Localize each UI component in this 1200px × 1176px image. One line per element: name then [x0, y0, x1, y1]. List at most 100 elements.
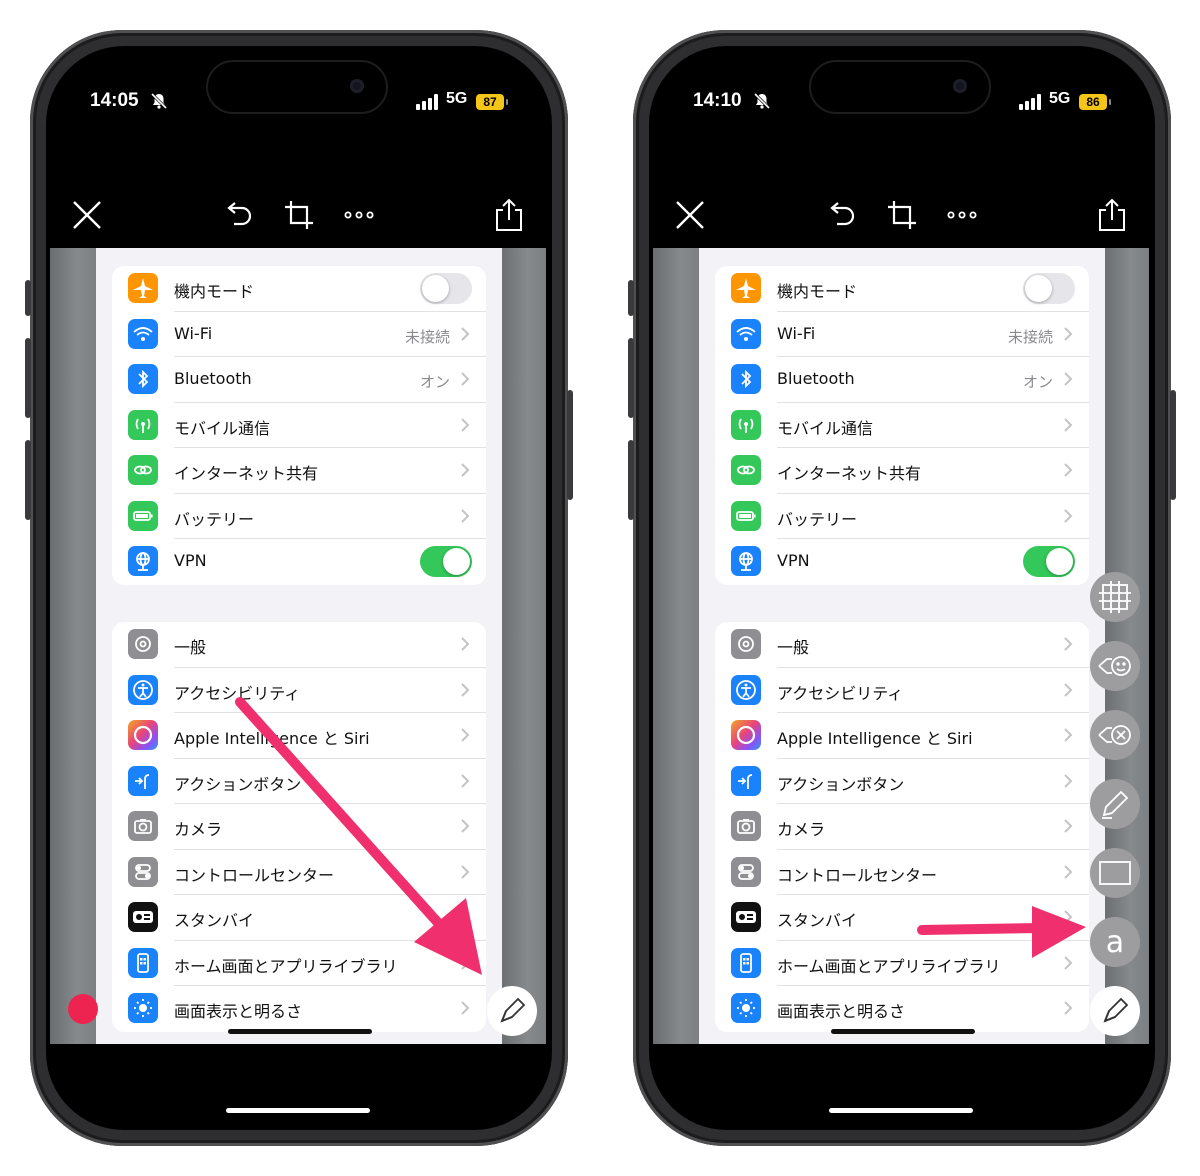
editor-toolbar: [653, 164, 1149, 248]
settings-row-label: カメラ: [777, 820, 826, 839]
settings-row[interactable]: バッテリー: [715, 494, 1089, 539]
settings-row[interactable]: 一般: [112, 622, 486, 668]
settings-row[interactable]: インターネット共有: [112, 448, 486, 494]
settings-row[interactable]: インターネット共有: [715, 448, 1089, 494]
blurred-background-left: [653, 248, 699, 1044]
settings-row-label: Apple Intelligence と Siri: [174, 729, 370, 748]
control-center-icon: [731, 856, 761, 887]
chevron-right-icon: [1064, 637, 1073, 651]
share-icon[interactable]: [1095, 198, 1129, 232]
settings-row[interactable]: Apple Intelligence と Siri: [112, 713, 486, 759]
chevron-right-icon: [1064, 463, 1073, 477]
globe-icon: [128, 546, 158, 576]
settings-row[interactable]: バッテリー: [112, 494, 486, 539]
close-icon[interactable]: [673, 198, 707, 232]
more-icon[interactable]: [945, 198, 979, 232]
settings-row-label: 画面表示と明るさ: [777, 1002, 906, 1021]
settings-row-label: Wi-Fi: [174, 323, 213, 343]
screenshot-canvas[interactable]: 機内モード Wi-Fi 未接続 Bluetooth オン モバイル通信 インターネット共有バ…: [50, 248, 546, 1044]
settings-row[interactable]: 画面表示と明るさ: [112, 986, 486, 1032]
close-icon[interactable]: [70, 198, 104, 232]
settings-row[interactable]: ホーム画面とアプリライブラリ: [715, 941, 1089, 986]
home-indicator: [829, 1108, 973, 1113]
settings-row[interactable]: Wi-Fi 未接続: [112, 312, 486, 357]
toggle-switch[interactable]: [1023, 546, 1075, 577]
more-icon[interactable]: [342, 198, 376, 232]
blurred-background-right: [500, 248, 546, 1044]
screen: 14:10 5G 86 機内モード Wi-Fi 未接続 Bluetooth オン…: [649, 46, 1155, 1130]
action-button-icon: [128, 765, 158, 796]
settings-row[interactable]: 一般: [715, 622, 1089, 668]
battery-indicator: 87: [476, 94, 508, 110]
settings-row[interactable]: カメラ: [112, 804, 486, 850]
settings-row[interactable]: コントロールセンター: [112, 850, 486, 895]
settings-row[interactable]: アクションボタン: [112, 759, 486, 804]
action-side-button: [25, 280, 31, 316]
crop-icon[interactable]: [282, 198, 316, 232]
screenshot-canvas[interactable]: 機内モード Wi-Fi 未接続 Bluetooth オン モバイル通信 インターネット共有バ…: [653, 248, 1149, 1044]
mosaic-icon: [1099, 581, 1131, 613]
toggle-switch[interactable]: [420, 546, 472, 577]
settings-row-label: アクションボタン: [777, 774, 905, 794]
settings-row[interactable]: アクセシビリティ: [112, 668, 486, 713]
eraser-tool-button[interactable]: [1090, 710, 1140, 760]
toggle-switch[interactable]: [420, 273, 472, 304]
settings-row[interactable]: VPN: [715, 539, 1089, 585]
settings-screenshot: 機内モード Wi-Fi 未接続 Bluetooth オン モバイル通信 インターネット共有バ…: [96, 248, 502, 1044]
home-screen-icon: [128, 947, 158, 978]
settings-row[interactable]: 機内モード: [112, 266, 486, 312]
toggle-switch[interactable]: [1023, 273, 1075, 304]
settings-row[interactable]: スタンバイ: [112, 895, 486, 941]
settings-row-label: 機内モード: [174, 282, 255, 301]
markup-pen-button[interactable]: [487, 986, 537, 1036]
chevron-right-icon: [461, 1001, 470, 1015]
rectangle-tool-button[interactable]: [1090, 848, 1140, 898]
battery-indicator: 86: [1079, 94, 1111, 110]
power-button: [1170, 390, 1176, 500]
settings-row-label: スタンバイ: [777, 911, 858, 930]
settings-row[interactable]: アクションボタン: [715, 759, 1089, 804]
wifi-icon: [731, 318, 761, 349]
undo-icon[interactable]: [825, 198, 859, 232]
text-tool-button[interactable]: a: [1090, 917, 1140, 967]
settings-row-label: Bluetooth: [777, 369, 855, 388]
network-type: 5G: [446, 90, 468, 107]
settings-row[interactable]: Wi-Fi 未接続: [715, 312, 1089, 357]
sticker-tool-button[interactable]: [1090, 641, 1140, 691]
settings-row-label: アクセシビリティ: [777, 683, 904, 703]
settings-row[interactable]: モバイル通信: [715, 403, 1089, 448]
settings-row[interactable]: Bluetooth オン: [112, 357, 486, 403]
settings-row[interactable]: VPN: [112, 539, 486, 585]
front-camera: [953, 79, 967, 93]
settings-row[interactable]: スタンバイ: [715, 895, 1089, 941]
undo-icon[interactable]: [222, 198, 256, 232]
settings-row[interactable]: モバイル通信: [112, 403, 486, 448]
chevron-right-icon: [1064, 326, 1073, 341]
bell-slash-icon: [150, 92, 168, 110]
settings-row[interactable]: Bluetooth オン: [715, 357, 1089, 403]
share-icon[interactable]: [492, 198, 526, 232]
settings-row[interactable]: Apple Intelligence と Siri: [715, 713, 1089, 759]
accessibility-icon: [128, 674, 158, 705]
settings-row[interactable]: コントロールセンター: [715, 850, 1089, 895]
settings-row-label: カメラ: [174, 820, 223, 839]
settings-row[interactable]: 画面表示と明るさ: [715, 986, 1089, 1032]
settings-row[interactable]: ホーム画面とアプリライブラリ: [112, 941, 486, 986]
home-screen-icon: [731, 947, 761, 978]
crop-icon[interactable]: [885, 198, 919, 232]
settings-row[interactable]: アクセシビリティ: [715, 668, 1089, 713]
screenshot-editor: 機内モード Wi-Fi 未接続 Bluetooth オン モバイル通信 インターネット共有バ…: [653, 164, 1149, 1044]
chevron-right-icon: [461, 910, 470, 924]
marker-tool-button[interactable]: [1090, 779, 1140, 829]
settings-row[interactable]: カメラ: [715, 804, 1089, 850]
settings-row[interactable]: 機内モード: [715, 266, 1089, 312]
link-icon: [731, 455, 761, 485]
mosaic-tool-button[interactable]: [1090, 572, 1140, 622]
pen-icon: [500, 997, 526, 1023]
editor-toolbar: [50, 164, 546, 248]
sun-icon: [731, 993, 761, 1023]
airplane-icon: [128, 273, 158, 303]
markup-pen-button[interactable]: [1090, 986, 1140, 1036]
color-picker-button[interactable]: [68, 994, 98, 1024]
chevron-right-icon: [1064, 417, 1073, 432]
